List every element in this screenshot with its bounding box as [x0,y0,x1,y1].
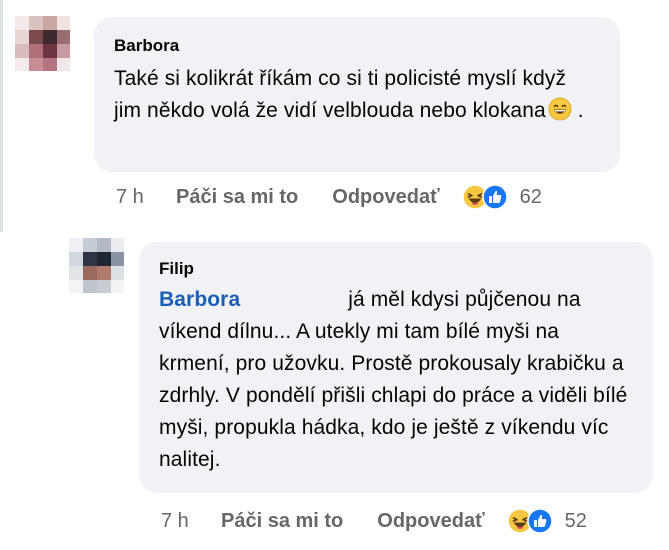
reaction-count: 52 [564,509,587,532]
comment-bubble: Barbora Také si kolikrát říkám co si ti … [94,17,620,172]
reactions-summary[interactable]: 62 [461,184,542,210]
comment-time[interactable]: 7 h [116,186,176,209]
like-button[interactable]: Páči sa mi to [221,510,343,533]
avatar[interactable] [69,238,124,293]
avatar[interactable] [15,16,70,71]
comment-actions: 7 h Páči sa mi to Odpovedať 62 [116,182,542,212]
mention-link[interactable]: Barbora [159,288,240,311]
comment-time[interactable]: 7 h [161,510,221,533]
reply-button[interactable]: Odpovedať [332,186,439,209]
like-button[interactable]: Páči sa mi to [176,186,298,209]
comment-text-content: já měl kdysi půjčenou na víkend dílnu...… [159,288,628,471]
reply-button[interactable]: Odpovedať [377,510,484,533]
reaction-count: 62 [519,185,542,208]
like-icon [481,184,508,210]
comment-text: Barbora já měl kdysi půjčenou na víkend d… [159,284,629,476]
grinning-face-emoji-icon [548,97,572,121]
comment-text-content: Také si kolikrát říkám co si ti policist… [114,67,567,122]
comment-author[interactable]: Barbora [114,35,600,57]
like-icon [526,508,553,534]
comment-actions: 7 h Páči sa mi to Odpovedať 52 [161,506,587,536]
comment-author[interactable]: Filip [159,258,633,280]
thread-line [0,0,3,232]
comment-bubble: Filip Barbora já měl kdysi půjčenou na ví… [139,242,653,493]
reactions-summary[interactable]: 52 [506,508,587,534]
comment-text: Také si kolikrát říkám co si ti policist… [114,67,584,122]
